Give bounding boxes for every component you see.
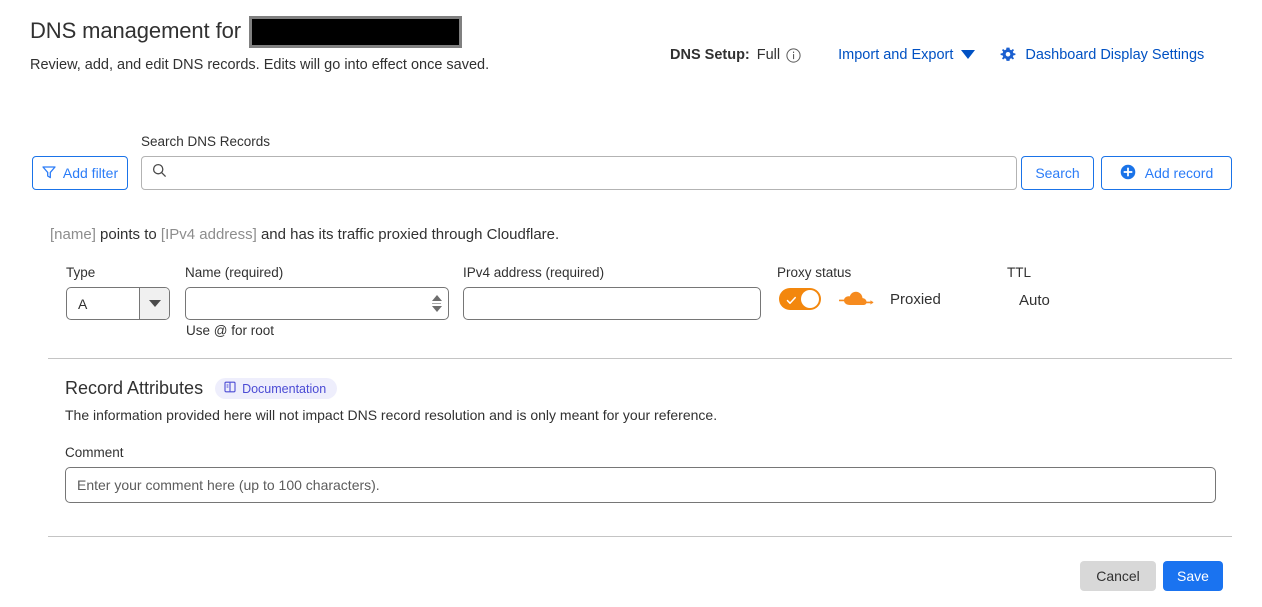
search-input[interactable] bbox=[167, 157, 1016, 189]
stepper-down-icon[interactable] bbox=[431, 306, 442, 312]
name-hint: Use @ for root bbox=[186, 323, 274, 338]
stepper-divider bbox=[432, 303, 441, 304]
import-and-export-link[interactable]: Import and Export bbox=[838, 47, 953, 63]
dns-setup-value: Full bbox=[756, 47, 781, 63]
record-summary-sentence: [name] points to [IPv4 address] and has … bbox=[50, 224, 559, 246]
section-divider-top bbox=[48, 358, 1232, 359]
type-select-value: A bbox=[78, 295, 88, 312]
search-button[interactable]: Search bbox=[1021, 156, 1094, 190]
ttl-value[interactable]: Auto bbox=[1019, 292, 1050, 309]
proxy-status-label: Proxy status bbox=[777, 265, 852, 280]
documentation-badge-label: Documentation bbox=[242, 381, 327, 396]
filter-funnel-icon bbox=[42, 165, 56, 182]
proxy-toggle-knob bbox=[801, 290, 819, 308]
name-stepper[interactable] bbox=[428, 288, 448, 319]
ipv4-input[interactable] bbox=[464, 288, 760, 319]
summary-mid-text: points to bbox=[95, 226, 161, 243]
record-attributes-description: The information provided here will not i… bbox=[65, 407, 718, 423]
comment-label: Comment bbox=[65, 445, 124, 460]
dns-management-page: DNS management for Review, add, and edit… bbox=[0, 0, 1262, 607]
summary-ipv4-placeholder: [IPv4 address] bbox=[160, 226, 257, 243]
name-input[interactable] bbox=[186, 288, 428, 319]
ipv4-field[interactable] bbox=[463, 287, 761, 320]
proxy-status-text: Proxied bbox=[890, 290, 941, 308]
cloudflare-cloud-icon bbox=[839, 289, 879, 309]
name-field[interactable] bbox=[185, 287, 449, 320]
redacted-domain-name bbox=[248, 16, 462, 48]
summary-tail-text: and has its traffic proxied through Clou… bbox=[256, 226, 560, 243]
search-box[interactable] bbox=[141, 156, 1017, 190]
dns-setup-label: DNS Setup: bbox=[670, 47, 750, 63]
dashboard-display-settings-link[interactable]: Dashboard Display Settings bbox=[1025, 47, 1204, 63]
cancel-button[interactable]: Cancel bbox=[1080, 561, 1156, 591]
check-icon bbox=[786, 293, 797, 311]
section-divider-bottom bbox=[48, 536, 1232, 537]
page-title: DNS management for bbox=[30, 18, 241, 43]
header-actions: DNS Setup: Full Import and Export Dashbo… bbox=[670, 44, 1204, 66]
chevron-down-icon bbox=[148, 300, 161, 307]
ttl-label: TTL bbox=[1007, 265, 1032, 280]
type-label: Type bbox=[66, 265, 96, 280]
plus-circle-icon bbox=[1120, 164, 1136, 183]
search-records-label: Search DNS Records bbox=[141, 134, 271, 149]
stepper-up-icon[interactable] bbox=[431, 295, 442, 301]
title-row: DNS management for bbox=[30, 14, 1232, 48]
info-circle-icon[interactable] bbox=[786, 48, 801, 63]
type-select-arrow[interactable] bbox=[139, 288, 169, 319]
add-record-button[interactable]: Add record bbox=[1101, 156, 1232, 190]
comment-field[interactable] bbox=[65, 467, 1216, 503]
comment-input[interactable] bbox=[66, 468, 1215, 502]
add-filter-button[interactable]: Add filter bbox=[32, 156, 128, 190]
gear-icon[interactable] bbox=[1000, 47, 1016, 63]
type-select[interactable]: A bbox=[66, 287, 170, 320]
page-subtitle: Review, add, and edit DNS records. Edits… bbox=[30, 57, 490, 73]
summary-name-placeholder: [name] bbox=[50, 226, 96, 243]
record-attributes-header: Record Attributes Documentation bbox=[65, 378, 338, 399]
save-button[interactable]: Save bbox=[1163, 561, 1223, 591]
documentation-badge[interactable]: Documentation bbox=[215, 378, 338, 399]
ipv4-label: IPv4 address (required) bbox=[463, 265, 605, 280]
search-icon bbox=[152, 163, 167, 183]
name-label: Name (required) bbox=[185, 265, 284, 280]
add-filter-label: Add filter bbox=[62, 165, 119, 181]
add-record-label: Add record bbox=[1144, 165, 1214, 181]
book-icon bbox=[224, 381, 236, 396]
record-attributes-title: Record Attributes bbox=[65, 378, 204, 398]
proxy-status-row: Proxied bbox=[779, 288, 941, 310]
proxy-toggle[interactable] bbox=[779, 288, 821, 310]
chevron-down-icon[interactable] bbox=[961, 49, 976, 59]
